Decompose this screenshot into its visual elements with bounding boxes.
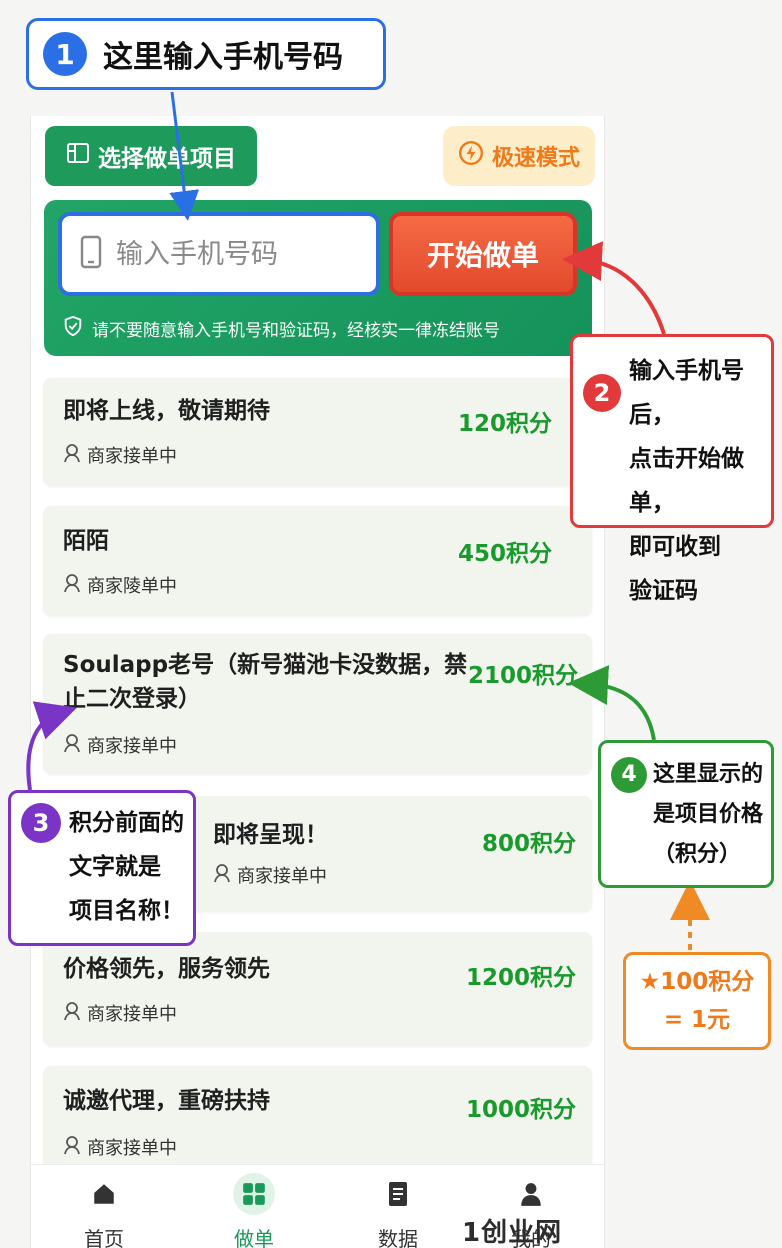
warning-text: 请不要随意输入手机号和验证码，经核实一律冻结账号	[92, 320, 500, 341]
warning-notice: 请不要随意输入手机号和验证码，经核实一律冻结账号	[62, 312, 582, 344]
project-price: 1200积分	[465, 965, 576, 991]
project-price: 120积分	[457, 411, 552, 437]
callout-number: 1	[43, 32, 87, 76]
user-icon	[510, 1173, 552, 1215]
project-name: Soulapp老号（新号猫池卡没数据，禁止二次登录）	[63, 652, 468, 712]
callout-line: 验证码	[629, 578, 698, 604]
home-icon	[83, 1173, 125, 1215]
callout-text: 这里输入手机号码	[103, 40, 343, 75]
callout-project-name: 3 积分前面的 文字就是 项目名称！	[8, 790, 196, 946]
grid-icon	[233, 1173, 275, 1215]
project-status: 商家接单中	[213, 862, 327, 888]
project-status-text: 商家接单中	[87, 736, 177, 757]
callout-line: 积分前面的	[69, 810, 184, 836]
callout-number: 4	[611, 757, 647, 793]
callout-number: 2	[583, 374, 621, 412]
project-card[interactable]: 价格领先，服务领先 商家接单中 1200积分	[43, 932, 592, 1046]
tab-home-label: 首页	[84, 1227, 124, 1248]
merchant-icon	[213, 863, 231, 888]
callout-line: 即可收到	[629, 534, 721, 560]
project-status-text: 商家接单中	[87, 1004, 177, 1025]
phone-number-input[interactable]	[116, 238, 336, 270]
tab-home[interactable]: 首页	[49, 1173, 159, 1248]
callout-line: 输入手机号后，	[629, 358, 744, 428]
callout-line: 项目名称！	[69, 898, 184, 924]
phone-form-panel: 开始做单 请不要随意输入手机号和验证码，经核实一律冻结账号	[44, 200, 592, 356]
document-icon	[377, 1173, 419, 1215]
project-price: 2100积分	[467, 663, 578, 689]
project-status-text: 商家陵单中	[87, 576, 177, 597]
merchant-icon	[63, 1135, 81, 1160]
fast-mode-button[interactable]: 极速模式	[443, 126, 595, 186]
callout-project-price: 4 这里显示的 是项目价格 （积分）	[598, 740, 774, 888]
lightning-icon	[458, 140, 484, 172]
callout-line: 文字就是	[69, 854, 161, 880]
layout-icon	[66, 141, 90, 171]
project-status: 商家接单中	[63, 732, 177, 758]
project-card[interactable]: Soulapp老号（新号猫池卡没数据，禁止二次登录） 商家接单中 2100积分	[43, 634, 592, 774]
tab-order-label: 做单	[234, 1227, 274, 1248]
select-project-label: 选择做单项目	[98, 146, 236, 172]
callout-line: = 1元	[663, 1007, 731, 1033]
select-project-button[interactable]: 选择做单项目	[45, 126, 257, 186]
project-name: 陌陌	[63, 528, 109, 554]
callout-line: ★100积分	[639, 969, 755, 995]
tab-data[interactable]: 数据	[343, 1173, 453, 1248]
project-status: 商家接单中	[63, 442, 177, 468]
callout-number: 3	[21, 803, 61, 843]
phone-screen: 选择做单项目 极速模式 开始做单 请不要随意输入手机号和验证码，经核实一律冻结账…	[30, 116, 605, 1248]
project-status: 商家接单中	[63, 1000, 177, 1026]
watermark: 1创业网www.cywz1.com	[462, 1218, 563, 1248]
project-card[interactable]: 陌陌 商家陵单中 450积分	[43, 506, 592, 616]
tab-data-label: 数据	[378, 1227, 418, 1248]
callout-line: 是项目价格	[653, 802, 764, 827]
merchant-icon	[63, 573, 81, 598]
merchant-icon	[63, 733, 81, 758]
project-status: 商家陵单中	[63, 572, 177, 598]
phone-input-wrapper[interactable]	[58, 212, 380, 296]
project-price: 1000积分	[465, 1097, 576, 1123]
merchant-icon	[63, 443, 81, 468]
project-status-text: 商家接单中	[87, 446, 177, 467]
callout-points-rate: ★100积分 = 1元	[623, 952, 771, 1050]
project-price: 450积分	[457, 541, 552, 567]
callout-line: 点击开始做单，	[629, 446, 744, 516]
project-name: 即将呈现！	[213, 822, 328, 848]
mobile-phone-icon	[80, 235, 102, 273]
fast-mode-label: 极速模式	[491, 146, 580, 171]
project-status-text: 商家接单中	[237, 866, 327, 887]
start-order-button[interactable]: 开始做单	[389, 212, 577, 296]
tab-order[interactable]: 做单	[199, 1173, 309, 1248]
callout-line: 这里显示的	[653, 762, 764, 787]
project-status-text: 商家接单中	[87, 1138, 177, 1159]
project-name: 诚邀代理，重磅扶持	[63, 1088, 270, 1114]
project-name: 即将上线，敬请期待	[63, 398, 270, 424]
merchant-icon	[63, 1001, 81, 1026]
shield-check-icon	[62, 315, 84, 342]
callout-enter-phone: 1 这里输入手机号码	[26, 18, 386, 90]
project-name: 价格领先，服务领先	[63, 956, 270, 982]
project-status: 商家接单中	[63, 1134, 177, 1160]
project-card[interactable]: 即将上线，敬请期待 商家接单中 120积分	[43, 378, 592, 486]
project-price: 800积分	[481, 831, 576, 857]
callout-start-order: 2 输入手机号后， 点击开始做单， 即可收到 验证码	[570, 334, 774, 604]
callout-line: （积分）	[653, 842, 742, 867]
